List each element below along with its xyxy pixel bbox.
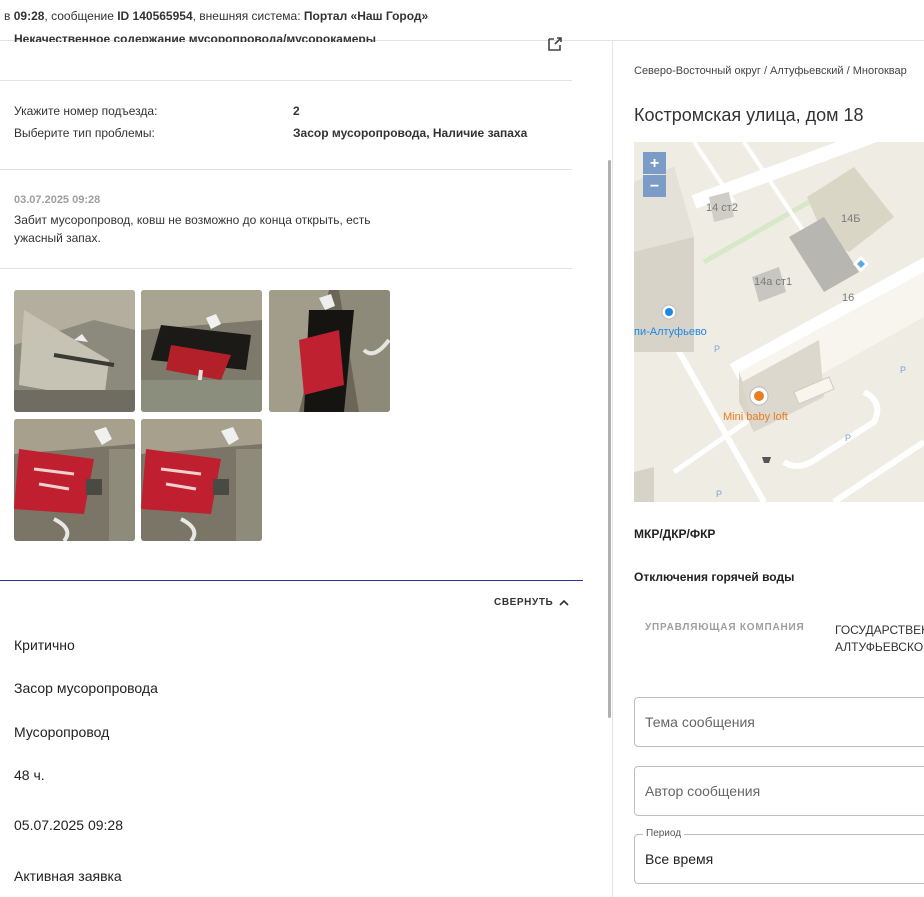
ticket-panel: Некачественное содержание мусоропровода/… [0, 34, 612, 897]
divider [0, 169, 572, 170]
address-title: Костромская улица, дом 18 [634, 105, 864, 125]
map-label-building: 14 ст2 [706, 202, 738, 214]
param-label-problem-type: Выберите тип проблемы: [14, 126, 155, 140]
header-time: 09:28 [13, 9, 45, 23]
period-select[interactable]: Период Все время [634, 828, 924, 884]
photo-thumbnail[interactable] [141, 290, 262, 412]
collapse-label: СВЕРНУТЬ [494, 597, 554, 608]
detail-object: Мусоропровод [14, 724, 110, 740]
detail-deadline: 48 ч. [14, 767, 45, 783]
chevron-up-icon [559, 599, 569, 606]
section-accent-line [0, 580, 583, 581]
divider [0, 268, 572, 269]
period-label: Период [643, 828, 685, 839]
message-date: 03.07.2025 09:28 [14, 194, 101, 206]
photo-thumbnail[interactable] [14, 290, 135, 412]
header-ext-system: Портал «Наш Город» [303, 9, 429, 23]
topic-field [634, 697, 924, 747]
management-company-value: ГОСУДАРСТВЕН АЛТУФЬЕВСКОГ [835, 622, 924, 656]
map-label-building: 16 [842, 292, 854, 304]
breadcrumb: Северо-Восточный округ / Алтуфьевский / … [634, 65, 907, 77]
param-value-problem-type: Засор мусоропровода, Наличие запаха [293, 126, 528, 140]
message-text: Забит мусоропровод, ковш не возможно до … [14, 213, 371, 245]
section-hot-water: Отключения горячей воды [634, 570, 795, 584]
period-value: Все время [645, 851, 714, 867]
map-label-building: 14а ст1 [754, 276, 792, 288]
top-status-bar: в 09:28, сообщение ID 140565954, внешняя… [0, 0, 924, 34]
map-zoom-in-button[interactable]: + [643, 152, 666, 174]
detail-problem: Засор мусоропровода [14, 680, 158, 696]
map-label-poi: пи-Алтуфьево [634, 326, 707, 338]
photo-thumbnail[interactable] [269, 290, 390, 412]
author-field [634, 766, 924, 816]
management-company-line: ГОСУДАРСТВЕН [835, 623, 924, 637]
parking-icon: P [714, 344, 720, 354]
map-zoom-out-button[interactable]: − [643, 175, 666, 197]
category-title: Некачественное содержание мусоропровода/… [14, 34, 376, 42]
author-input[interactable] [645, 767, 915, 815]
management-company-label: УПРАВЛЯЮЩАЯ КОМПАНИЯ [645, 622, 805, 633]
header-msg-label: , сообщение [44, 9, 114, 23]
open-external-icon[interactable] [546, 35, 564, 53]
parking-icon: P [845, 433, 851, 443]
divider [0, 80, 572, 81]
parking-icon: P [900, 365, 906, 375]
map-label-poi: Mini baby loft [723, 411, 788, 423]
header-msg-id: ID 140565954 [117, 9, 193, 23]
photo-thumbnail[interactable] [14, 419, 135, 541]
section-repairs: МКР/ДКР/ФКР [634, 527, 716, 541]
topic-input[interactable] [645, 698, 915, 746]
column-divider [612, 41, 613, 897]
header-prefix: в [4, 9, 11, 23]
scrollbar[interactable] [608, 160, 611, 718]
detail-due-date: 05.07.2025 09:28 [14, 817, 123, 833]
parking-icon: P [716, 489, 722, 499]
photo-thumbnail[interactable] [141, 419, 262, 541]
map-label-building: 14Б [841, 213, 860, 225]
map[interactable]: 14 ст2 14Б 14а ст1 16 пи-Алтуфьево Mini … [634, 142, 924, 502]
detail-status: Активная заявка [14, 868, 122, 884]
management-company-line: АЛТУФЬЕВСКОГ [835, 640, 924, 654]
header-ext-label: , внешняя система: [192, 9, 301, 23]
param-label-entrance: Укажите номер подъезда: [14, 104, 158, 118]
collapse-button[interactable]: СВЕРНУТЬ [494, 597, 569, 608]
param-value-entrance: 2 [293, 104, 300, 118]
detail-priority: Критично [14, 637, 75, 653]
